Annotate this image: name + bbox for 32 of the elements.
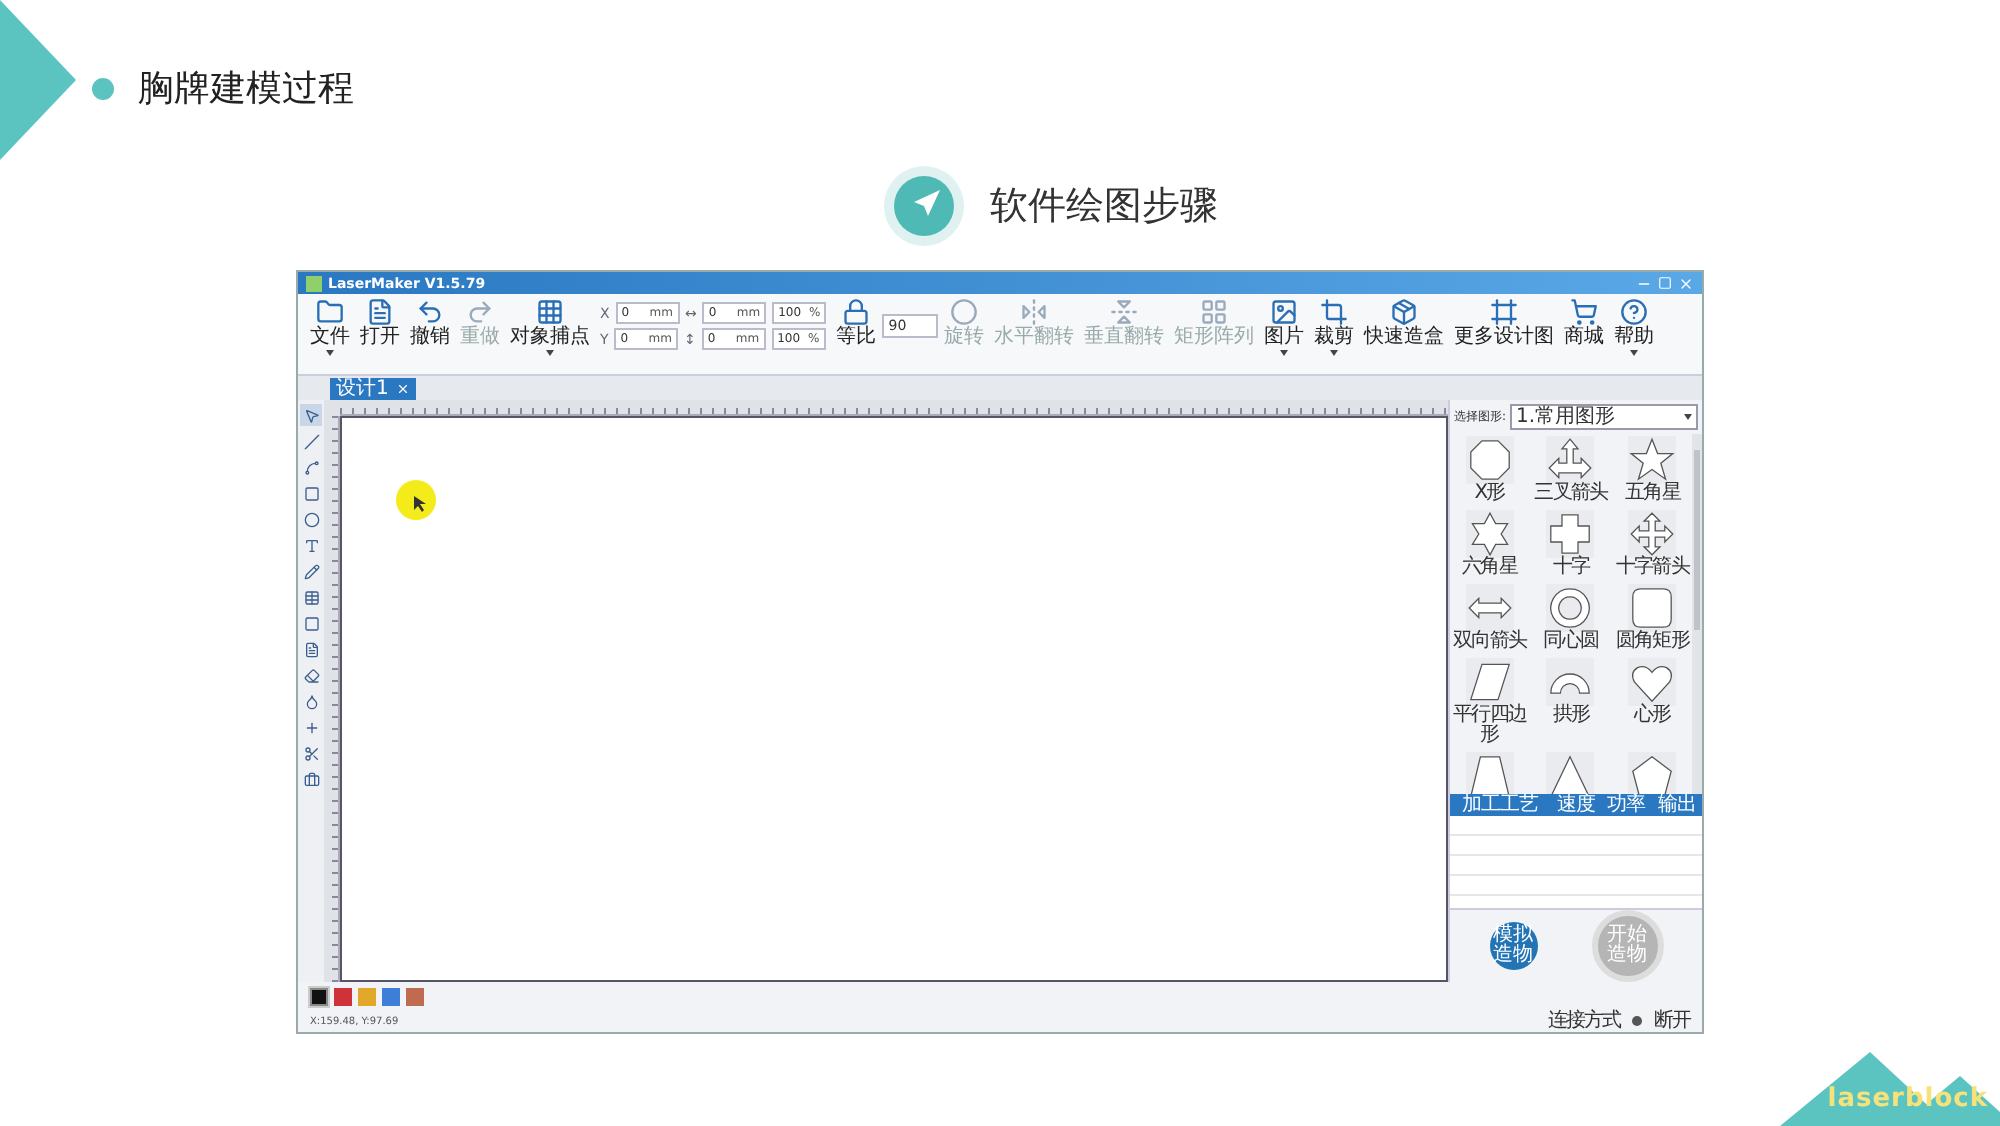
simulate-button[interactable]: 模拟造物 [1489, 922, 1537, 970]
toolbar-button[interactable]: 商城 [1560, 298, 1609, 348]
toolbar-button[interactable]: 对象捕点 [506, 298, 594, 360]
connection-state: 断开 [1654, 1011, 1690, 1031]
slide-title: 胸牌建模过程 [138, 66, 354, 112]
shape-item[interactable]: 十字 [1531, 508, 1611, 580]
shape-item[interactable]: 五角星 [1612, 434, 1692, 506]
table-header: 加工工艺 速度 功率 输出 [1450, 793, 1702, 816]
toolbar-button[interactable]: 快速造盒 [1360, 298, 1449, 348]
connection-label: 连接方式 [1548, 1011, 1620, 1031]
toolbar-button[interactable]: 图片 [1260, 298, 1309, 360]
toolbar-button[interactable]: 等比 [832, 298, 881, 348]
toolbar-button[interactable]: 打开 [356, 298, 404, 348]
shape-item[interactable]: 同心圆 [1531, 582, 1611, 654]
shape-item[interactable]: 六角星 [1450, 508, 1530, 580]
shape-item[interactable]: X形 [1450, 434, 1530, 506]
shape-item[interactable]: 双向箭头 [1450, 582, 1530, 654]
shape-item[interactable]: 三叉箭头 [1531, 434, 1611, 506]
shape-item[interactable]: 十字箭头 [1612, 508, 1692, 580]
shape-item[interactable]: 拱形 [1531, 656, 1611, 748]
shape-item[interactable]: 平行四边形 [1450, 656, 1530, 748]
toolbar-button[interactable]: 撤销 [406, 298, 454, 348]
document-tab[interactable]: 设计1 [330, 378, 417, 400]
toolbar-button[interactable]: 帮助 [1610, 298, 1659, 360]
shape-item[interactable]: 心形 [1612, 656, 1692, 748]
toolbar-button[interactable]: 更多设计图 [1450, 298, 1559, 348]
toolbar-button[interactable]: 文件 [306, 298, 354, 360]
shape-category-select[interactable]: 1.常用图形 [1510, 404, 1698, 430]
slide-subtitle: 软件绘图步骤 [990, 182, 1218, 232]
toolbar-button[interactable]: 裁剪 [1310, 298, 1359, 360]
shape-item[interactable]: 圆角矩形 [1612, 582, 1692, 654]
logo: laserblock [1827, 1084, 1988, 1114]
